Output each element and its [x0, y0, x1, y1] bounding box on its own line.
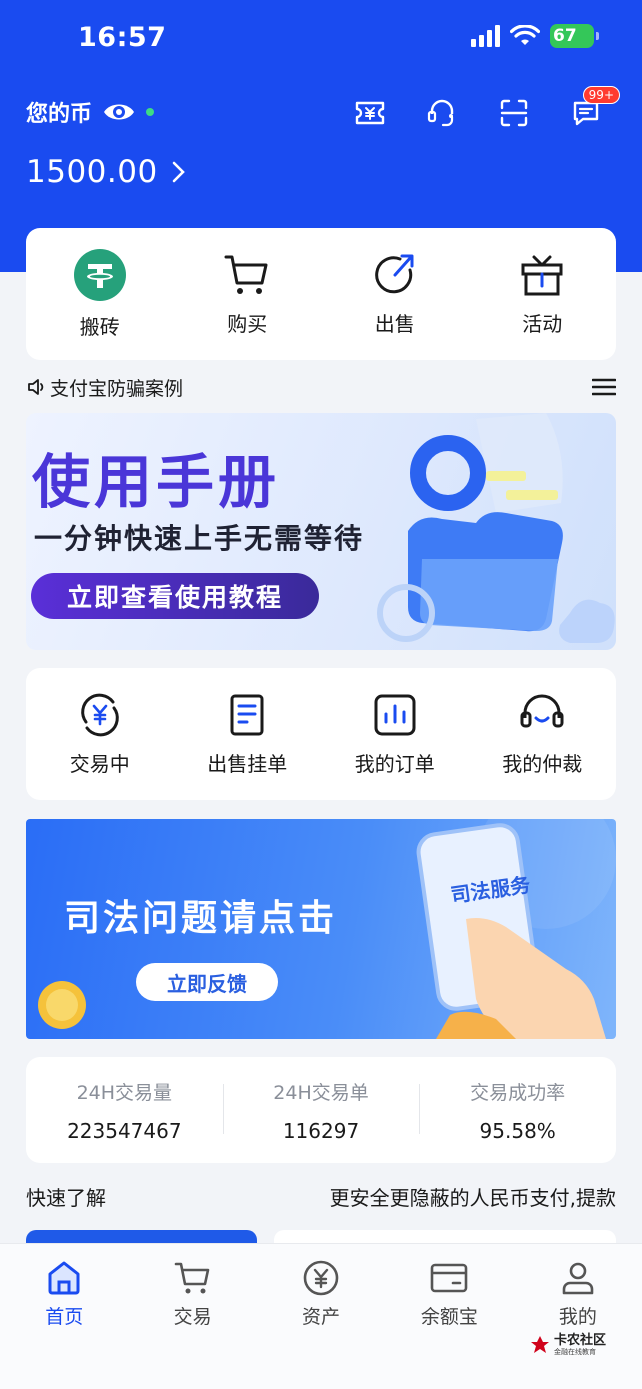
main-actions-card: 搬砖 购买 出售 活动 — [26, 228, 616, 360]
messages-button[interactable]: 99+ — [550, 86, 622, 134]
stat-success-rate: 交易成功率 95.58% — [419, 1078, 616, 1143]
battery-level: 67 — [553, 26, 577, 46]
trade-actions-card: 交易中 出售挂单 我的订单 我的仲裁 — [26, 668, 616, 800]
status-time: 16:57 — [78, 22, 167, 53]
tab-label: 资产 — [302, 1306, 341, 1328]
status-bar: 16:57 67 — [0, 0, 642, 78]
tab-home[interactable]: 首页 — [0, 1244, 128, 1389]
action-sell-listing[interactable]: 出售挂单 — [174, 668, 322, 800]
stat-value: 116297 — [282, 1118, 360, 1143]
tab-assets[interactable]: 资产 — [257, 1244, 385, 1389]
stats-card: 24H交易量 223547467 24H交易单 116297 交易成功率 95.… — [26, 1057, 616, 1163]
action-sell[interactable]: 出售 — [321, 228, 469, 360]
quick-subtitle: 更安全更隐蔽的人民币支付,提款 — [329, 1186, 616, 1210]
action-my-orders[interactable]: 我的订单 — [321, 668, 469, 800]
feedback-button[interactable]: 立即反馈 — [136, 963, 278, 1001]
coin-label: 您的币 — [26, 102, 93, 127]
quick-title: 快速了解 — [26, 1186, 106, 1210]
home-icon — [48, 1261, 80, 1295]
folder-illustration — [377, 413, 615, 643]
document-icon — [230, 694, 264, 735]
bottom-tab-bar: 首页 交易 资产 余额宝 我的 — [0, 1243, 642, 1389]
tab-mine[interactable]: 我的 — [514, 1244, 642, 1389]
action-banzhuan[interactable]: 搬砖 — [26, 228, 174, 360]
tab-trade[interactable]: 交易 — [128, 1244, 256, 1389]
balance-row[interactable]: 1500.00 — [26, 154, 186, 190]
notice-text: 支付宝防骗案例 — [50, 377, 184, 400]
chart-icon — [374, 694, 416, 735]
header-actions: 99+ — [334, 86, 622, 134]
action-label: 我的订单 — [354, 751, 435, 776]
yuan-circle-icon — [303, 1260, 339, 1296]
customer-service-button[interactable] — [406, 92, 478, 134]
action-label: 购买 — [227, 311, 268, 336]
stat-label: 24H交易单 — [273, 1081, 369, 1104]
ticket-button[interactable] — [334, 92, 406, 134]
scan-button[interactable] — [478, 92, 550, 134]
legal-banner[interactable]: 司法服务 司法问题请点击 立即反馈 — [26, 819, 616, 1039]
tab-label: 交易 — [173, 1306, 212, 1328]
banner-subtitle: 一分钟快速上手无需等待 — [34, 522, 365, 555]
action-buy[interactable]: 购买 — [174, 228, 322, 360]
battery-indicator: 67 — [550, 24, 599, 48]
cart-icon — [174, 1262, 209, 1294]
action-trading[interactable]: 交易中 — [26, 668, 174, 800]
tab-label: 余额宝 — [420, 1306, 478, 1328]
wallet-icon — [431, 1263, 468, 1293]
quick-section-header: 快速了解 更安全更隐蔽的人民币支付,提款 — [26, 1182, 616, 1211]
banner-title: 使用手册 — [32, 448, 281, 516]
phone-hand-illustration: 司法服务 — [416, 819, 616, 1039]
menu-icon[interactable] — [592, 378, 616, 396]
tab-label: 我的 — [558, 1306, 597, 1328]
tab-yuebao[interactable]: 余额宝 — [385, 1244, 513, 1389]
stat-label: 交易成功率 — [470, 1081, 566, 1104]
cart-icon — [224, 255, 268, 294]
action-my-arbitration[interactable]: 我的仲裁 — [469, 668, 617, 800]
speaker-icon — [28, 379, 44, 395]
message-badge: 99+ — [582, 86, 620, 104]
online-status-dot — [146, 108, 155, 116]
status-icons: 67 — [471, 24, 599, 48]
wifi-icon — [510, 25, 540, 45]
balance-amount: 1500.00 — [26, 154, 158, 190]
stat-label: 24H交易量 — [76, 1081, 173, 1104]
stat-volume: 24H交易量 223547467 — [26, 1078, 223, 1143]
view-tutorial-button[interactable]: 立即查看使用教程 — [31, 573, 319, 619]
watermark-main: 卡农社区 — [553, 1333, 606, 1348]
coin-label-row: 您的币 — [26, 96, 155, 128]
tab-label: 首页 — [45, 1306, 84, 1328]
yuan-cycle-icon — [80, 693, 119, 736]
headset-icon — [520, 694, 564, 727]
eye-icon[interactable] — [102, 101, 136, 123]
notice-bar[interactable]: 支付宝防骗案例 — [26, 372, 616, 402]
user-icon — [562, 1262, 594, 1295]
ticket-icon — [355, 101, 385, 125]
scan-icon — [500, 99, 528, 127]
watermark-logo-icon — [530, 1336, 549, 1353]
stat-value: 223547467 — [67, 1118, 182, 1143]
chevron-right-icon — [172, 161, 185, 183]
headset-icon — [427, 99, 454, 127]
gift-icon — [521, 255, 563, 295]
action-label: 交易中 — [69, 751, 130, 776]
sell-arrow-icon — [374, 254, 414, 293]
action-label: 出售 — [374, 311, 415, 336]
watermark: 卡农社区 金融在线教育 — [530, 1334, 606, 1356]
action-label: 出售挂单 — [207, 751, 288, 776]
banner-title: 司法问题请点击 — [64, 898, 338, 939]
stat-orders: 24H交易单 116297 — [222, 1078, 420, 1143]
stat-value: 95.58% — [479, 1118, 556, 1143]
coin-illustration — [38, 981, 86, 1029]
watermark-small: 金融在线教育 — [553, 1348, 596, 1356]
action-activity[interactable]: 活动 — [469, 228, 617, 360]
action-label: 我的仲裁 — [502, 751, 583, 776]
usdt-icon — [73, 248, 126, 301]
action-label: 搬砖 — [79, 314, 120, 339]
manual-banner[interactable]: 使用手册 一分钟快速上手无需等待 立即查看使用教程 — [26, 413, 616, 650]
cellular-signal-icon — [471, 25, 500, 47]
action-label: 活动 — [522, 311, 563, 336]
